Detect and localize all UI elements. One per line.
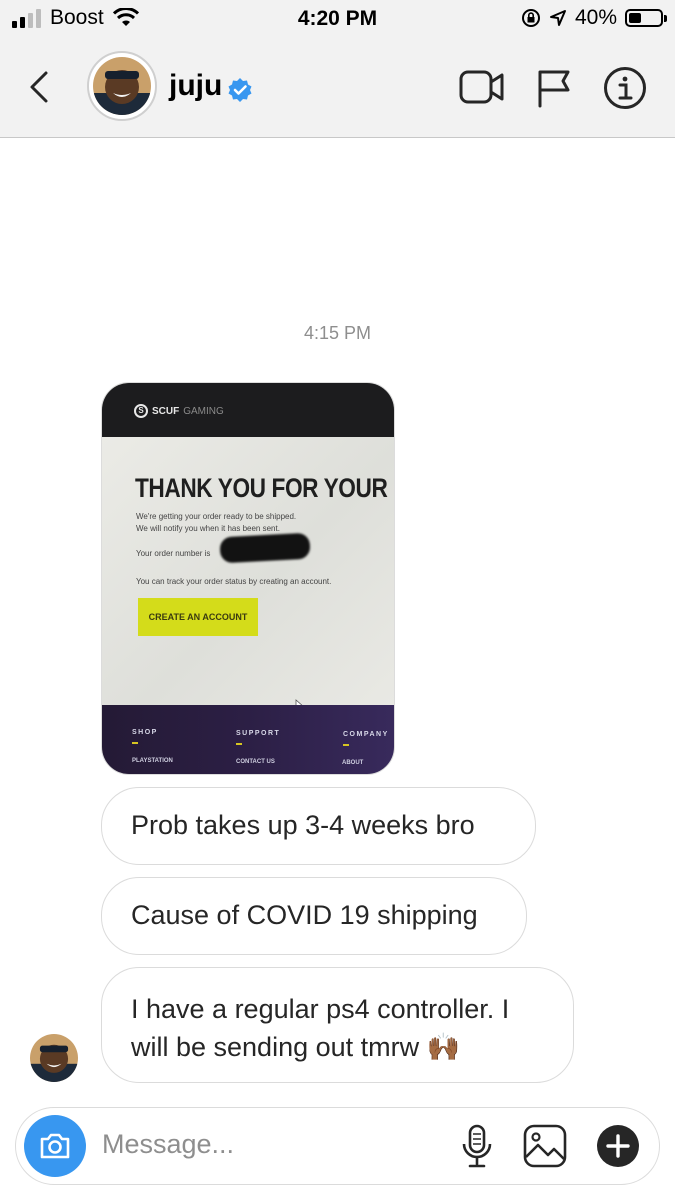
photo-create-account-button: CREATE AN ACCOUNT [138, 598, 258, 636]
video-call-icon[interactable] [459, 68, 505, 106]
message-timestamp: 4:15 PM [303, 323, 372, 343]
photo-footer-heading: SUPPORT [236, 730, 281, 737]
camera-icon [40, 1133, 70, 1159]
info-icon[interactable] [603, 66, 647, 110]
message-composer [15, 1107, 660, 1185]
message-bubble[interactable]: Prob takes up 3-4 weeks bro [101, 787, 536, 865]
battery-level-fill [629, 13, 641, 23]
message-bubble[interactable]: I have a regular ps4 controller. I will … [101, 967, 574, 1083]
message-input[interactable] [102, 1129, 422, 1160]
back-chevron-icon[interactable] [28, 70, 50, 104]
photo-order-label: Your order number is [136, 549, 211, 558]
photo-brand-suffix: GAMING [183, 405, 224, 417]
shared-photo-message[interactable]: S SCUF GAMING THANK YOU FOR YOUR F We're … [101, 382, 395, 775]
photo-page-body: THANK YOU FOR YOUR F We're getting your … [102, 437, 395, 713]
status-bar: Boost 4:20 PM 40% [0, 0, 675, 38]
microphone-icon[interactable] [460, 1124, 494, 1170]
orientation-lock-icon [521, 9, 540, 27]
flag-icon[interactable] [536, 68, 572, 108]
status-right: 40% [521, 6, 667, 30]
photo-footer-dash [343, 744, 349, 746]
message-bubble[interactable]: Cause of COVID 19 shipping [101, 877, 527, 955]
photo-footer-col: SUPPORT [236, 730, 280, 745]
photo-text-line: We will notify you when it has been sent… [136, 524, 280, 533]
photo-footer-link: PLAYSTATION [132, 758, 173, 764]
battery-icon [625, 9, 667, 27]
photo-footer-heading: SHOP [132, 729, 158, 736]
redacted-order-number [219, 532, 311, 564]
message-text: Prob takes up 3-4 weeks bro [131, 810, 475, 840]
add-icon[interactable] [596, 1124, 640, 1168]
photo-footer-link: ABOUT [342, 760, 364, 766]
photo-footer-dash [132, 742, 138, 744]
message-text: Cause of COVID 19 shipping [131, 900, 478, 930]
photo-track-text: You can track your order status by creat… [136, 577, 332, 586]
photo-site-header: S SCUF GAMING [102, 383, 394, 437]
message-text: I have a regular ps4 controller. I will … [131, 994, 510, 1062]
header-avatar[interactable] [87, 51, 157, 121]
location-arrow-icon [549, 10, 566, 26]
verified-badge-icon [228, 78, 252, 102]
photo-text-line: We're getting your order ready to be shi… [136, 512, 297, 521]
photo-footer-col: COMPANY [343, 731, 389, 746]
photo-footer-heading: COMPANY [343, 731, 389, 738]
photo-footer-col: SHOP [132, 729, 158, 744]
gallery-icon[interactable] [523, 1124, 567, 1168]
scuf-logo-icon: S [134, 404, 148, 418]
photo-site-footer: SHOP SUPPORT COMPANY PLAYSTATION CONTACT… [102, 705, 394, 774]
photo-headline: THANK YOU FOR YOUR F [135, 473, 395, 503]
avatar-image [93, 57, 151, 115]
battery-percent: 40% [574, 6, 617, 29]
sender-avatar[interactable] [30, 1034, 78, 1082]
photo-brand-logo: S SCUF GAMING [134, 404, 224, 418]
photo-footer-link: CONTACT US [236, 759, 275, 765]
photo-brand-name: SCUF [152, 405, 180, 417]
chat-header: juju [0, 38, 675, 138]
camera-button[interactable] [24, 1115, 86, 1177]
photo-footer-dash [236, 743, 242, 745]
chat-username[interactable]: juju [169, 69, 222, 103]
